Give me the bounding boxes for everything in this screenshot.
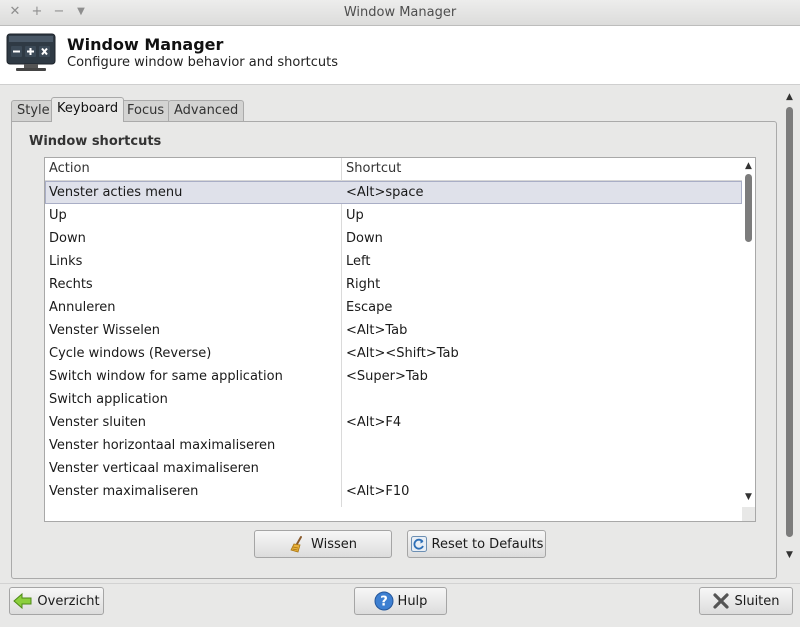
shortcut-cell: <Alt>Tab xyxy=(346,323,408,338)
scrollbar-thumb[interactable] xyxy=(786,107,793,537)
window-title: Window Manager xyxy=(343,5,457,20)
shortcut-cell: <Alt>F10 xyxy=(346,484,410,499)
table-horizontal-scrollbar[interactable] xyxy=(45,507,742,521)
table-row[interactable]: Venster acties menu <Alt>space xyxy=(45,181,742,204)
shortcut-cell: Right xyxy=(346,277,381,292)
table-row[interactable]: Switch application xyxy=(45,388,742,411)
scrollbar-thumb[interactable] xyxy=(745,174,752,242)
action-cell: Annuleren xyxy=(49,300,116,315)
reset-defaults-button[interactable]: Reset to Defaults xyxy=(407,530,546,558)
tab-keyboard[interactable]: Keyboard xyxy=(51,97,125,122)
overview-button-label: Overzicht xyxy=(37,593,100,609)
svg-text:?: ? xyxy=(380,595,388,610)
close-button[interactable]: Sluiten xyxy=(699,587,793,615)
overview-button[interactable]: Overzicht xyxy=(9,587,104,615)
action-cell: Venster sluiten xyxy=(49,415,147,430)
action-cell: Venster acties menu xyxy=(49,185,183,200)
action-cell: Venster Wisselen xyxy=(49,323,161,338)
tab-style[interactable]: Style xyxy=(11,100,56,121)
page-title: Window Manager xyxy=(67,35,224,54)
table-row[interactable]: Venster Wisselen <Alt>Tab xyxy=(45,319,742,342)
reset-button-label: Reset to Defaults xyxy=(431,536,544,552)
arrow-left-icon xyxy=(13,592,32,610)
table-scrollbar[interactable]: ▲ ▼ xyxy=(742,158,755,521)
table-row[interactable]: Down Down xyxy=(45,227,742,250)
close-x-icon xyxy=(713,593,730,609)
shortcut-cell: Up xyxy=(346,208,364,223)
action-cell: Down xyxy=(49,231,86,246)
scroll-down-icon[interactable]: ▼ xyxy=(742,491,755,503)
table-row[interactable]: Cycle windows (Reverse) <Alt><Shift>Tab xyxy=(45,342,742,365)
shortcut-table[interactable]: Action Shortcut Venster acties menu <Alt>… xyxy=(44,157,756,522)
action-cell: Venster maximaliseren xyxy=(49,484,199,499)
scroll-up-icon[interactable]: ▲ xyxy=(782,91,797,103)
column-header-shortcut[interactable]: Shortcut xyxy=(346,161,401,176)
tab-advanced[interactable]: Advanced xyxy=(168,100,245,121)
window-manager-icon xyxy=(6,33,56,71)
shortcut-cell: <Alt>F4 xyxy=(346,415,402,430)
table-row[interactable]: Links Left xyxy=(45,250,742,273)
shortcut-cell: <Super>Tab xyxy=(346,369,428,384)
scroll-down-icon[interactable]: ▼ xyxy=(782,549,797,561)
table-row[interactable]: Rechts Right xyxy=(45,273,742,296)
tab-focus[interactable]: Focus xyxy=(121,100,171,121)
scroll-up-icon[interactable]: ▲ xyxy=(742,160,755,172)
clear-button-label: Wissen xyxy=(311,536,357,552)
shortcut-cell: Down xyxy=(346,231,383,246)
footer-divider xyxy=(0,583,800,584)
section-title: Window shortcuts xyxy=(29,134,162,149)
table-row[interactable]: Venster sluiten <Alt>F4 xyxy=(45,411,742,434)
action-cell: Links xyxy=(49,254,83,269)
action-cell: Venster horizontaal maximaliseren xyxy=(49,438,276,453)
action-cell: Switch application xyxy=(49,392,168,407)
table-row[interactable]: Venster horizontaal maximaliseren xyxy=(45,434,742,457)
window-titlebar: ✕ + − ▼ Window Manager xyxy=(0,0,800,26)
reset-icon xyxy=(410,536,427,552)
table-row[interactable]: Venster maximaliseren <Alt>F10 xyxy=(45,480,742,503)
shortcut-cell: <Alt>space xyxy=(346,185,424,200)
action-cell: Rechts xyxy=(49,277,93,292)
table-row[interactable]: Switch window for same application <Super… xyxy=(45,365,742,388)
help-icon: ? xyxy=(374,591,394,611)
action-cell: Switch window for same application xyxy=(49,369,283,384)
shortcut-cell: Left xyxy=(346,254,371,269)
broom-icon xyxy=(290,536,303,553)
table-row[interactable]: Venster verticaal maximaliseren xyxy=(45,457,742,480)
window-scrollbar[interactable]: ▲ ▼ xyxy=(782,89,797,567)
help-button[interactable]: ? Hulp xyxy=(354,587,447,615)
shortcut-cell: Escape xyxy=(346,300,393,315)
dialog-header: Window Manager Configure window behavior… xyxy=(0,26,800,85)
table-row[interactable]: Up Up xyxy=(45,204,742,227)
action-cell: Venster verticaal maximaliseren xyxy=(49,461,259,476)
clear-button[interactable]: Wissen xyxy=(254,530,392,558)
page-subtitle: Configure window behavior and shortcuts xyxy=(67,55,339,70)
action-cell: Up xyxy=(49,208,67,223)
shortcut-cell: <Alt><Shift>Tab xyxy=(346,346,459,361)
table-header: Action Shortcut xyxy=(45,158,755,181)
table-rows: Venster acties menu <Alt>space Up Up Down D… xyxy=(45,181,742,521)
close-button-label: Sluiten xyxy=(734,593,780,609)
table-row[interactable]: Annuleren Escape xyxy=(45,296,742,319)
help-button-label: Hulp xyxy=(397,593,428,609)
column-header-action[interactable]: Action xyxy=(49,161,90,176)
scrollbar-corner xyxy=(742,507,755,521)
action-cell: Cycle windows (Reverse) xyxy=(49,346,212,361)
